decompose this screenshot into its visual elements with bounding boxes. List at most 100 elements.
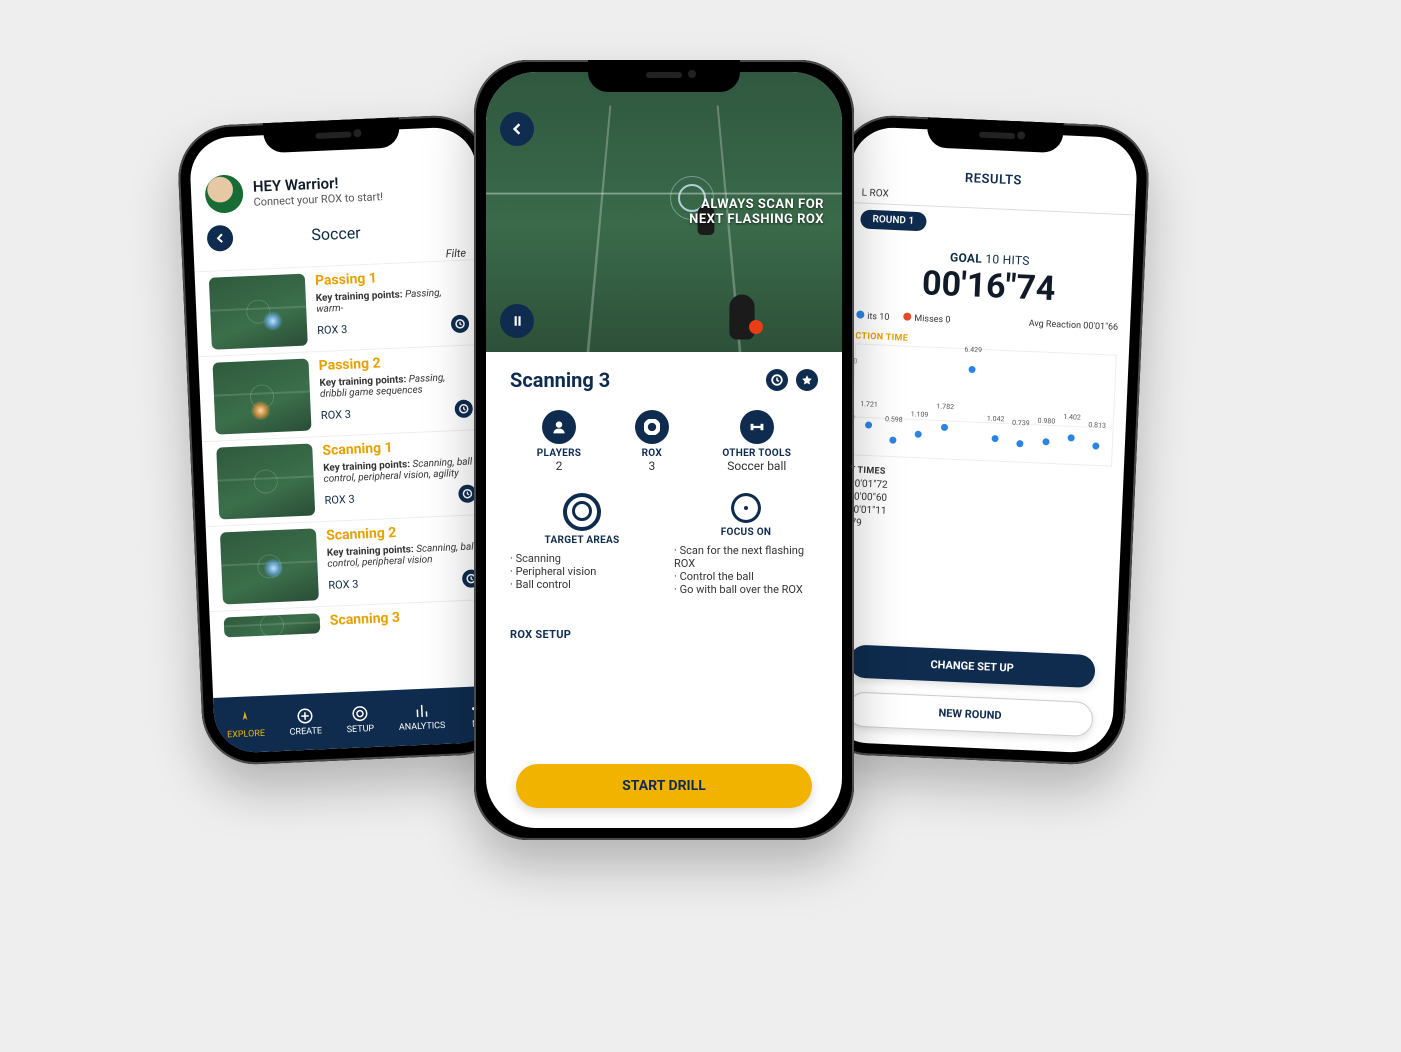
nav-setup[interactable]: SETUP <box>346 704 375 735</box>
list-item: Scan for the next flashing ROX <box>674 544 818 570</box>
nav-analytics[interactable]: ANALYTICS <box>398 701 446 733</box>
compass-icon <box>236 709 255 728</box>
pause-button[interactable] <box>500 304 534 338</box>
drill-thumbnail <box>224 613 321 637</box>
drill-thumbnail <box>220 528 319 604</box>
list-item: Go with ball over the ROX <box>674 583 818 596</box>
chart-point-label: 1.109 <box>911 410 929 419</box>
drill-list: Passing 1 Key training points: Passing, … <box>195 259 499 698</box>
chart-point <box>915 431 922 438</box>
chart-point-label: 1.402 <box>1063 413 1081 422</box>
avatar[interactable] <box>204 174 244 214</box>
list-item: Peripheral vision <box>510 565 654 578</box>
drill-title: Passing 2 <box>318 351 471 374</box>
drill-card[interactable]: Passing 2 Key training points: Passing, … <box>198 344 487 441</box>
clock-icon <box>451 314 470 333</box>
back-button[interactable] <box>500 112 534 146</box>
list-item: Control the ball <box>674 570 818 583</box>
nav-label: SETUP <box>347 724 375 735</box>
chart-point-label: 1.042 <box>987 414 1005 423</box>
target-areas: TARGET AREAS Scanning Peripheral vision … <box>510 493 654 596</box>
category-title: Soccer <box>253 220 420 246</box>
target-icon <box>563 493 601 531</box>
nav-label: ANALYTICS <box>399 721 446 733</box>
dot-icon <box>903 312 911 320</box>
drill-title: Scanning 3 <box>510 368 610 392</box>
star-icon <box>801 374 813 386</box>
list-item: Scanning <box>510 552 654 565</box>
goal-summary: GOAL 10 HITS 00'16"74 <box>845 246 1133 312</box>
player-figure <box>729 295 754 340</box>
list-item: Ball control <box>510 578 654 591</box>
bottom-nav: EXPLORE CREATE SETUP ANALYTICS MO <box>213 686 501 754</box>
chart-point <box>1042 438 1049 445</box>
favorite-button[interactable] <box>796 369 818 391</box>
dumbbell-icon <box>749 419 765 435</box>
phone-notch <box>588 60 740 92</box>
rox-label: ROX <box>324 493 346 507</box>
chart-point <box>941 424 948 431</box>
nav-label: CREATE <box>289 726 322 737</box>
drill-title: Passing 1 <box>315 267 468 290</box>
chart-point <box>889 436 896 443</box>
video-overlay-text: ALWAYS SCAN FOR NEXT FLASHING ROX <box>689 197 824 227</box>
user-icon <box>551 419 567 435</box>
drill-title: Scanning 3 <box>330 606 483 629</box>
clock-icon <box>771 374 783 386</box>
focus-icon <box>731 493 761 523</box>
chart-point <box>1068 434 1075 441</box>
rox-value: 3 <box>348 492 355 505</box>
drill-thumbnail <box>209 274 308 350</box>
nav-label: EXPLORE <box>227 729 265 741</box>
chevron-left-icon <box>511 123 523 135</box>
nav-explore[interactable]: EXPLORE <box>226 709 265 741</box>
chart-point-label: 6.429 <box>964 345 982 354</box>
chevron-left-icon <box>215 233 225 243</box>
gear-icon <box>350 704 369 723</box>
drill-card[interactable]: Scanning 2 Key training points: Scanning… <box>206 514 495 611</box>
rox-label: ROX <box>317 323 339 337</box>
drill-thumbnail <box>213 359 312 435</box>
phone-right: RESULTS L ROX ROUND 1 GOAL 10 HITS 00'16… <box>813 114 1151 767</box>
new-round-button[interactable]: NEW ROUND <box>846 691 1093 737</box>
start-drill-button[interactable]: START DRILL <box>516 764 812 808</box>
chart-point <box>991 435 998 442</box>
clock-icon <box>454 399 473 418</box>
drill-thumbnail <box>216 443 315 519</box>
rox-setup-label: ROX SETUP <box>510 628 818 641</box>
stat-tools: OTHER TOOLS Soccer ball <box>722 410 791 473</box>
drill-card[interactable]: Scanning 1 Key training points: Scanning… <box>202 429 491 526</box>
phone-notch <box>927 117 1065 153</box>
rox-icon <box>644 419 660 435</box>
chart-point <box>1093 442 1100 449</box>
phone-notch <box>263 117 401 153</box>
stat-players: PLAYERS 2 <box>537 410 582 473</box>
stat-rox: ROX 3 <box>635 410 669 473</box>
pause-icon <box>511 315 523 327</box>
drill-card[interactable]: Passing 1 Key training points: Passing, … <box>195 259 484 356</box>
bars-icon <box>412 702 431 721</box>
chart-point-label: 0.739 <box>1012 419 1030 428</box>
chart-point-label: 0.813 <box>1088 421 1106 430</box>
rox-value: 3 <box>344 407 351 420</box>
back-button[interactable] <box>207 225 234 252</box>
reaction-chart: 0 0 0 1.7210.5981.1091.7826.4291.0420.73… <box>850 343 1117 466</box>
history-button[interactable] <box>766 369 788 391</box>
chart-point <box>865 421 872 428</box>
phone-left: HEY Warrior! Connect your ROX to start! … <box>176 114 514 767</box>
chart-point <box>1016 440 1023 447</box>
round-pill[interactable]: ROUND 1 <box>860 210 926 232</box>
nav-create[interactable]: CREATE <box>289 706 323 737</box>
kp-label: Key training points: <box>316 289 403 304</box>
drill-title: Scanning 1 <box>322 436 475 459</box>
rox-label: ROX <box>328 577 350 591</box>
rox-label: ROX <box>321 408 343 422</box>
drill-title: Scanning 2 <box>326 521 479 544</box>
plus-circle-icon <box>296 707 315 726</box>
chart-point-label: 0.980 <box>1037 417 1055 426</box>
rox-value: 3 <box>341 322 348 335</box>
change-setup-button[interactable]: CHANGE SET UP <box>849 644 1096 688</box>
video-preview[interactable]: ALWAYS SCAN FOR NEXT FLASHING ROX <box>486 72 842 352</box>
chart-point-label: 0.598 <box>885 415 903 424</box>
phone-center: ALWAYS SCAN FOR NEXT FLASHING ROX Scanni… <box>474 60 854 840</box>
